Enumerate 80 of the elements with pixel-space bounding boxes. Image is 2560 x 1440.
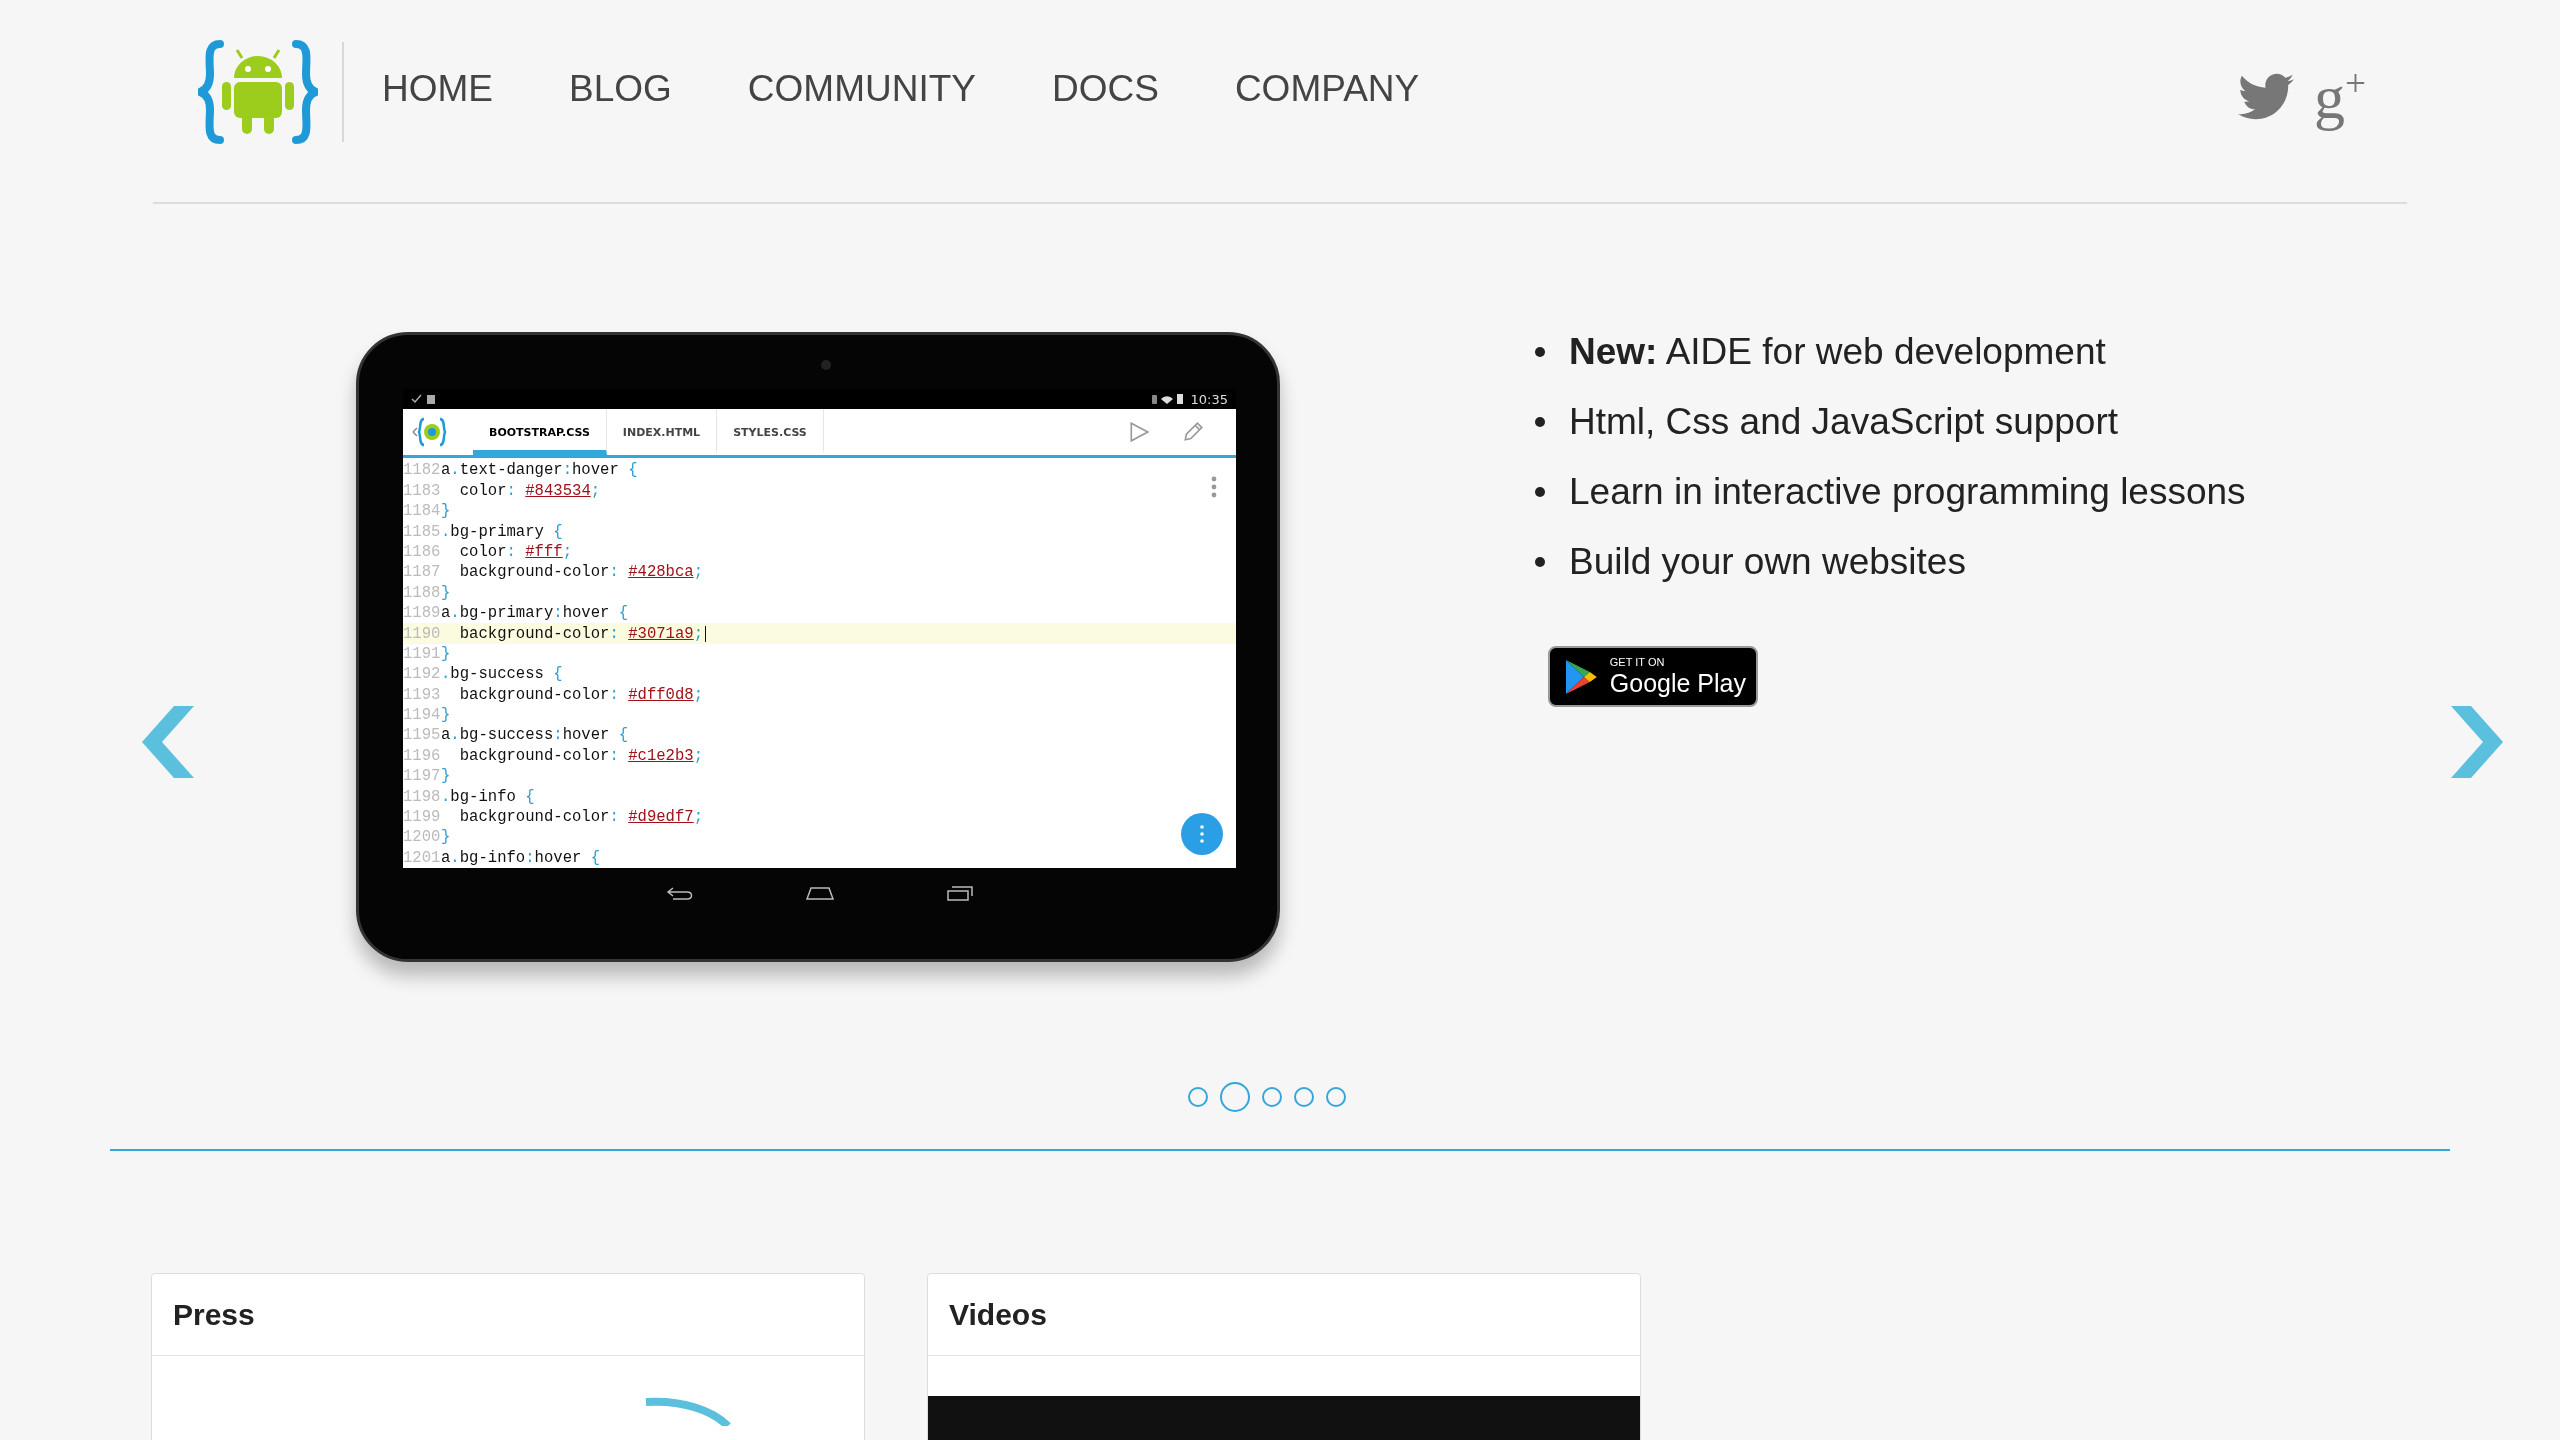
home-icon[interactable]	[804, 885, 835, 901]
carousel-dot[interactable]	[1220, 1082, 1250, 1112]
code-line: background-color: #428bca;	[458, 563, 704, 582]
carousel-dot[interactable]	[1326, 1087, 1346, 1107]
file-tab[interactable]: INDEX.HTML	[606, 409, 718, 456]
app-logo-icon[interactable]	[409, 416, 449, 449]
line-number: 1188	[403, 583, 441, 602]
nav-link[interactable]: DOCS	[1052, 68, 1159, 110]
line-number: 1187	[403, 563, 441, 582]
line-number: 1200	[403, 828, 441, 847]
line-number: 1189	[403, 604, 441, 623]
nav-link[interactable]: BLOG	[569, 68, 672, 110]
line-number: 1193	[403, 685, 441, 704]
code-line: color: #fff;	[458, 542, 573, 561]
camera-dot	[821, 360, 831, 370]
bullet-dot	[1535, 487, 1545, 497]
nav-link[interactable]: HOME	[382, 68, 493, 110]
play-logo-icon	[1564, 657, 1598, 696]
feature-text: Learn in interactive programming lessons	[1569, 471, 2246, 513]
line-number: 1201	[403, 848, 441, 867]
code-line: }	[441, 767, 451, 786]
line-number: 1191	[403, 644, 441, 663]
code-line: background-color: #c1e2b3;	[458, 746, 704, 765]
code-line: }	[441, 583, 451, 602]
bird-icon[interactable]	[2238, 72, 2294, 121]
code-line: }	[441, 644, 451, 663]
code-line: a.text-danger:hover {	[441, 461, 638, 480]
bullet-dot	[1535, 347, 1545, 357]
signal-battery-icons	[1150, 393, 1185, 406]
code-line: background-color: #3071a9;	[458, 624, 704, 643]
code-line: .bg-success {	[441, 665, 563, 684]
code-line: a.bg-primary:hover {	[441, 604, 629, 623]
code-line: .bg-primary {	[441, 522, 563, 541]
code-line: color: #843534;	[458, 481, 601, 500]
card-title: Videos	[928, 1274, 1640, 1356]
nav-link[interactable]: COMPANY	[1234, 68, 1420, 110]
line-number: 1198	[403, 787, 441, 806]
feature-text: Html, Css and JavaScript support	[1569, 401, 2119, 443]
play-icon[interactable]	[1128, 421, 1150, 444]
line-number: 1185	[403, 522, 441, 541]
code-line: background-color: #d9edf7;	[458, 808, 704, 826]
line-number: 1183	[403, 481, 441, 500]
status-time: 10:35	[1190, 391, 1228, 407]
line-number: 1197	[403, 767, 441, 786]
text-cursor	[705, 625, 707, 642]
card-title: Press	[152, 1274, 864, 1356]
bullet-dot	[1535, 417, 1545, 427]
carousel-dot[interactable]	[1294, 1087, 1314, 1107]
line-number: 1194	[403, 706, 441, 725]
line-number: 1192	[403, 665, 441, 684]
code-line: background-color: #dff0d8;	[458, 685, 704, 704]
google-plus-link[interactable]: g$^{+}$	[2314, 65, 2366, 129]
nav-link[interactable]: COMMUNITY	[747, 68, 976, 110]
pencil-icon[interactable]	[1182, 421, 1204, 444]
floating-action-button[interactable]	[1180, 812, 1224, 856]
google-play-badge[interactable]: GET IT ON Google Play	[1548, 646, 1758, 707]
code-line: }	[441, 502, 451, 521]
carousel-dot[interactable]	[1262, 1087, 1282, 1107]
bullet-dot	[1535, 557, 1545, 567]
line-number: 1196	[403, 746, 441, 765]
android-logo[interactable]	[198, 40, 318, 144]
recents-icon[interactable]	[944, 885, 975, 901]
line-number: 1199	[403, 808, 441, 826]
code-line: }	[441, 828, 451, 847]
file-tab[interactable]: STYLES.CSS	[717, 409, 824, 456]
code-line: .bg-info {	[441, 787, 535, 806]
carousel-dot[interactable]	[1188, 1087, 1208, 1107]
code-line: }	[441, 706, 451, 725]
code-line: a.bg-success:hover {	[441, 726, 629, 745]
notification-icons	[411, 393, 437, 406]
line-number: 1186	[403, 542, 441, 561]
file-tab[interactable]: BOOTSTRAP.CSS	[473, 409, 607, 456]
line-number: 1182	[403, 461, 441, 480]
back-icon[interactable]	[664, 885, 695, 901]
feature-text: New: AIDE for web development	[1569, 331, 2106, 373]
code-line: a.bg-info:hover {	[441, 848, 601, 867]
line-number: 1184	[403, 502, 441, 521]
line-number: 1190	[403, 624, 441, 643]
feature-text: Build your own websites	[1569, 541, 1966, 583]
line-number: 1195	[403, 726, 441, 745]
